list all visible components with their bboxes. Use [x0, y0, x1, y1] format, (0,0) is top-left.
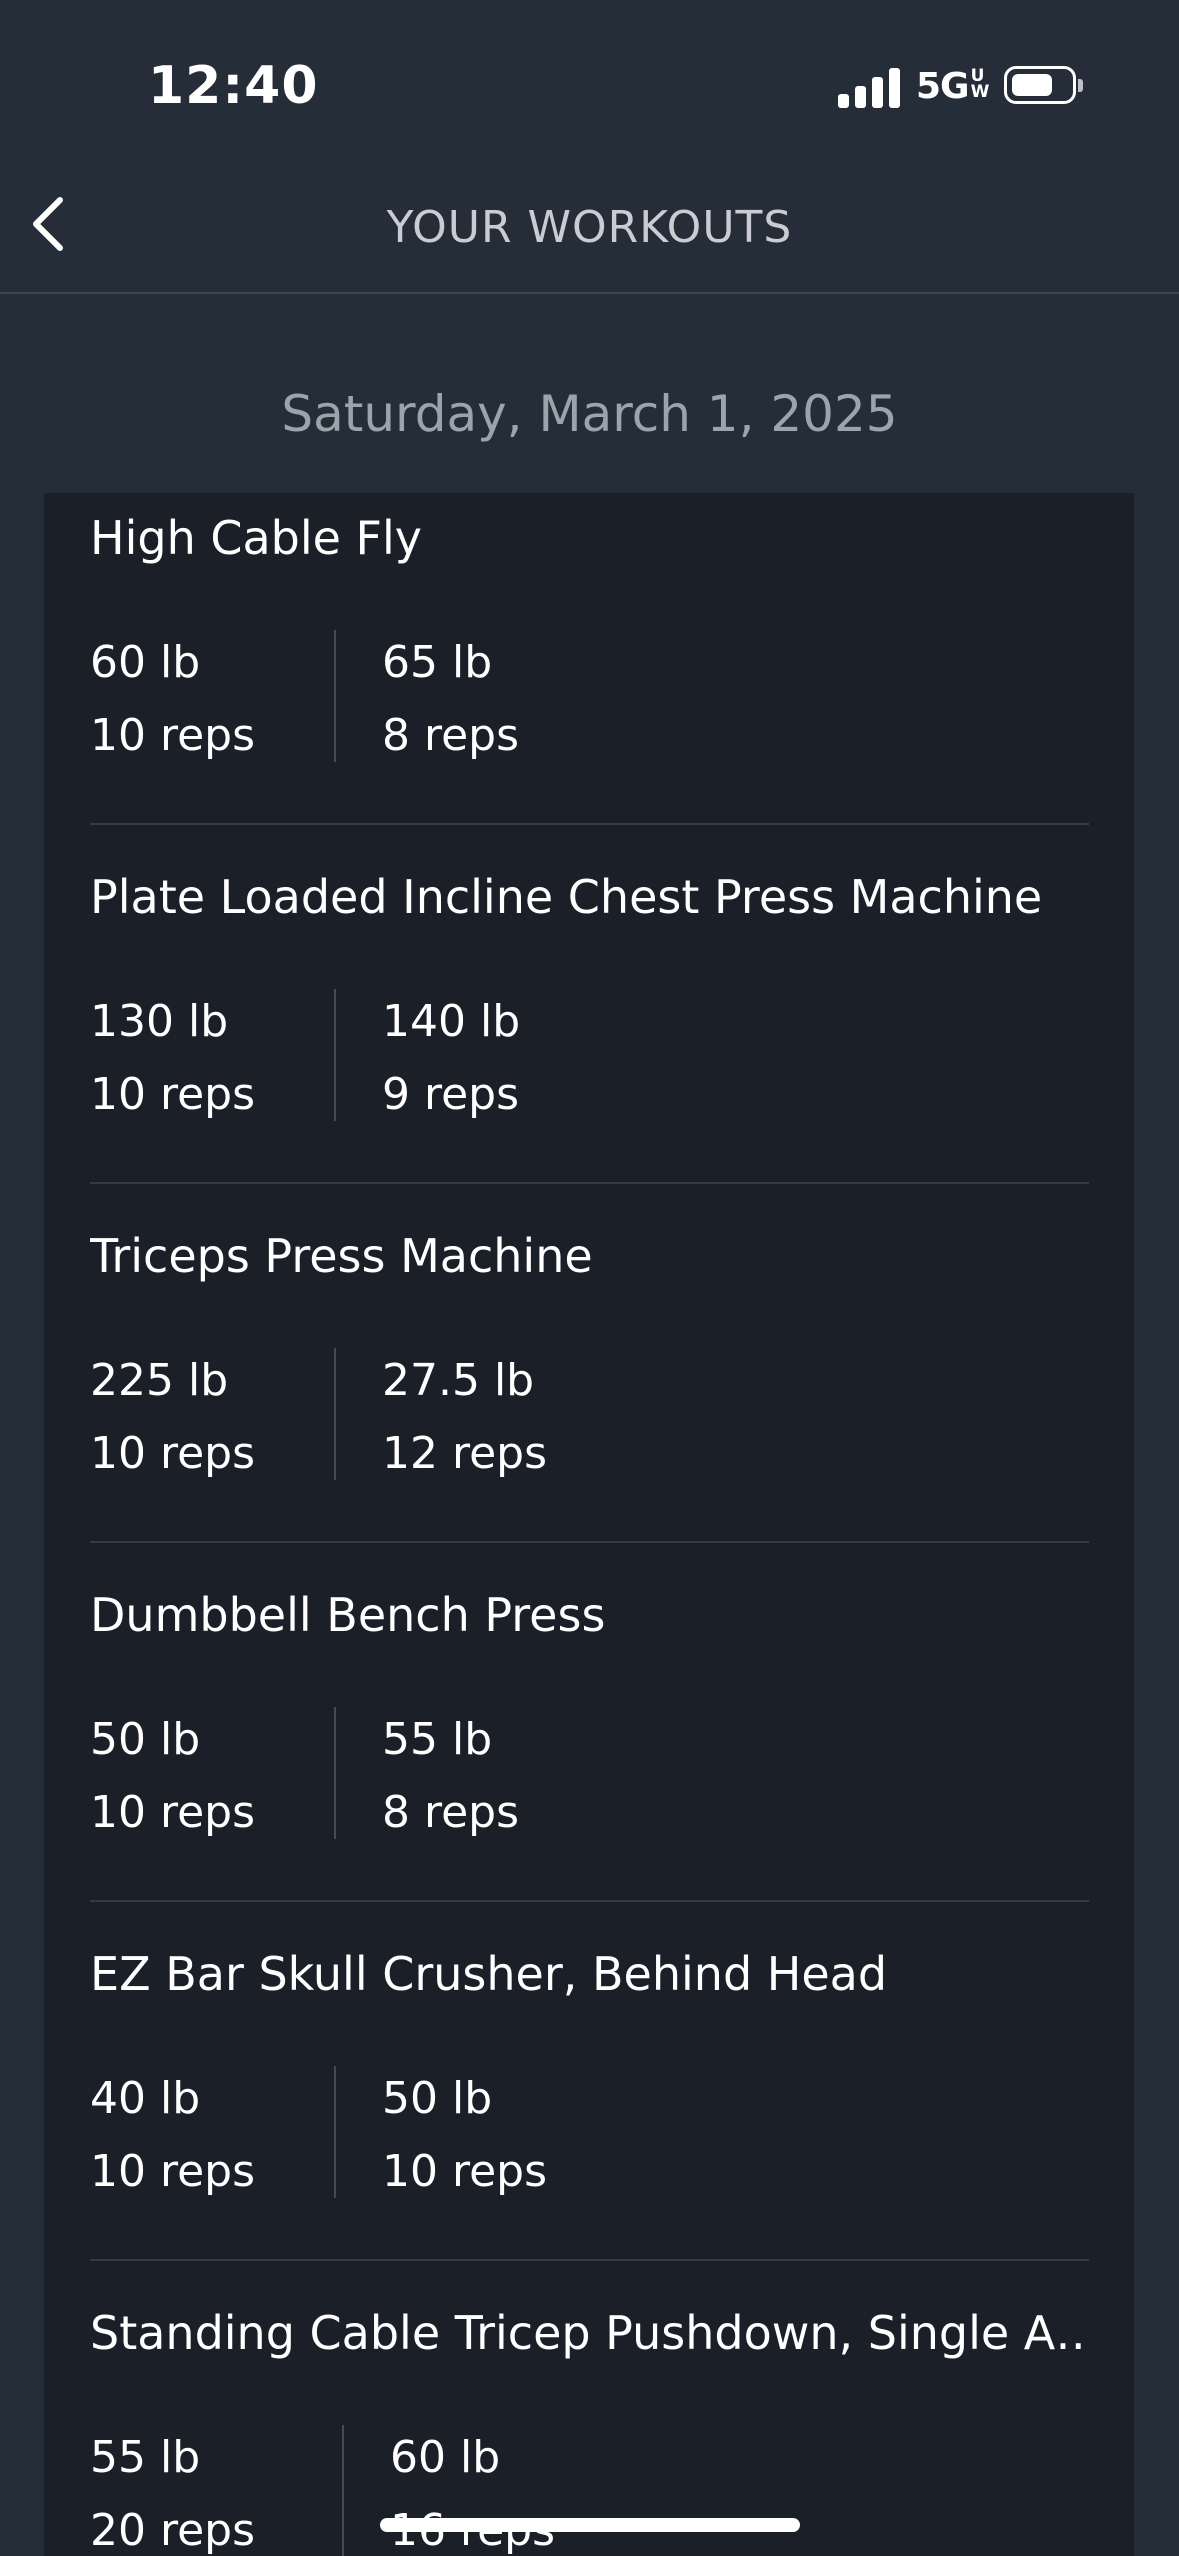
home-indicator[interactable]: [380, 2518, 800, 2532]
exercise-name: Plate Loaded Incline Chest Press Machine: [90, 870, 1043, 924]
battery-level: [1012, 74, 1052, 96]
exercise-separator: [90, 1900, 1089, 1902]
exercise-item[interactable]: Plate Loaded Incline Chest Press Machine…: [90, 852, 1089, 1210]
set-divider: [334, 2066, 336, 2198]
workout-history-screen: 12:40 5G UW YOUR WORKOUTS Saturday, March…: [0, 0, 1179, 2556]
set-2: 140 lb 9 reps: [382, 985, 520, 1131]
exercise-separator: [90, 823, 1089, 825]
set-divider: [334, 1707, 336, 1839]
set-divider: [334, 1348, 336, 1480]
set-reps: 10 reps: [90, 1069, 256, 1120]
network-indicator: 5G UW: [916, 66, 993, 107]
set-weight: 60 lb: [390, 2432, 501, 2483]
network-badge: UW: [970, 66, 990, 102]
network-type: 5G: [916, 66, 970, 107]
set-weight: 140 lb: [382, 996, 521, 1047]
battery-nub: [1078, 79, 1083, 92]
navigation-bar: YOUR WORKOUTS: [0, 170, 1179, 294]
set-reps: 12 reps: [382, 1428, 548, 1479]
exercise-name: Triceps Press Machine: [90, 1229, 593, 1283]
set-weight: 50 lb: [90, 1714, 201, 1765]
exercise-item[interactable]: EZ Bar Skull Crusher, Behind Head 40 lb …: [90, 1929, 1089, 2287]
set-weight: 65 lb: [382, 637, 493, 688]
set-weight: 55 lb: [90, 2432, 201, 2483]
set-weight: 55 lb: [382, 1714, 493, 1765]
set-2: 65 lb 8 reps: [382, 626, 519, 772]
exercise-item[interactable]: Dumbbell Bench Press 50 lb 10 reps 55 lb…: [90, 1570, 1089, 1928]
set-1: 60 lb 10 reps: [90, 626, 255, 772]
exercise-name: EZ Bar Skull Crusher, Behind Head: [90, 1947, 888, 2001]
exercise-item[interactable]: High Cable Fly 60 lb 10 reps 65 lb 8 rep…: [90, 493, 1089, 851]
set-2: 50 lb 10 reps: [382, 2062, 547, 2208]
set-reps: 10 reps: [90, 2146, 256, 2197]
set-weight: 27.5 lb: [382, 1355, 535, 1406]
exercise-separator: [90, 1541, 1089, 1543]
set-reps: 8 reps: [382, 1787, 520, 1838]
set-reps: 10 reps: [382, 2146, 548, 2197]
set-2: 60 lb 16 reps: [390, 2421, 555, 2556]
set-1: 225 lb 10 reps: [90, 1344, 255, 1490]
set-divider: [342, 2425, 344, 2556]
set-2: 27.5 lb 12 reps: [382, 1344, 547, 1490]
exercise-name: Dumbbell Bench Press: [90, 1588, 606, 1642]
set-reps: 10 reps: [90, 1787, 256, 1838]
set-1: 130 lb 10 reps: [90, 985, 255, 1131]
set-1: 40 lb 10 reps: [90, 2062, 255, 2208]
set-weight: 225 lb: [90, 1355, 229, 1406]
set-weight: 60 lb: [90, 637, 201, 688]
set-reps: 10 reps: [90, 710, 256, 761]
exercise-separator: [90, 1182, 1089, 1184]
set-reps: 9 reps: [382, 1069, 520, 1120]
signal-bars-icon: [838, 68, 902, 108]
exercise-item[interactable]: Triceps Press Machine 225 lb 10 reps 27.…: [90, 1211, 1089, 1569]
page-title: YOUR WORKOUTS: [386, 202, 793, 253]
set-1: 55 lb 20 reps: [90, 2421, 255, 2556]
workout-card: High Cable Fly 60 lb 10 reps 65 lb 8 rep…: [44, 493, 1134, 2556]
set-2: 55 lb 8 reps: [382, 1703, 519, 1849]
set-reps: 10 reps: [90, 1428, 256, 1479]
exercise-name: Standing Cable Tricep Pushdown, Single A…: [90, 2306, 1089, 2360]
set-weight: 130 lb: [90, 996, 229, 1047]
status-bar: 12:40 5G UW: [0, 0, 1179, 170]
status-time: 12:40: [148, 56, 319, 116]
set-divider: [334, 630, 336, 762]
set-weight: 50 lb: [382, 2073, 493, 2124]
set-weight: 40 lb: [90, 2073, 201, 2124]
workout-date: Saturday, March 1, 2025: [281, 385, 898, 443]
exercise-item[interactable]: Standing Cable Tricep Pushdown, Single A…: [90, 2288, 1089, 2556]
battery-icon: [1004, 66, 1076, 104]
set-reps: 20 reps: [90, 2505, 256, 2556]
set-1: 50 lb 10 reps: [90, 1703, 255, 1849]
set-divider: [334, 989, 336, 1121]
set-reps: 8 reps: [382, 710, 520, 761]
exercise-name: High Cable Fly: [90, 511, 423, 565]
exercise-separator: [90, 2259, 1089, 2261]
